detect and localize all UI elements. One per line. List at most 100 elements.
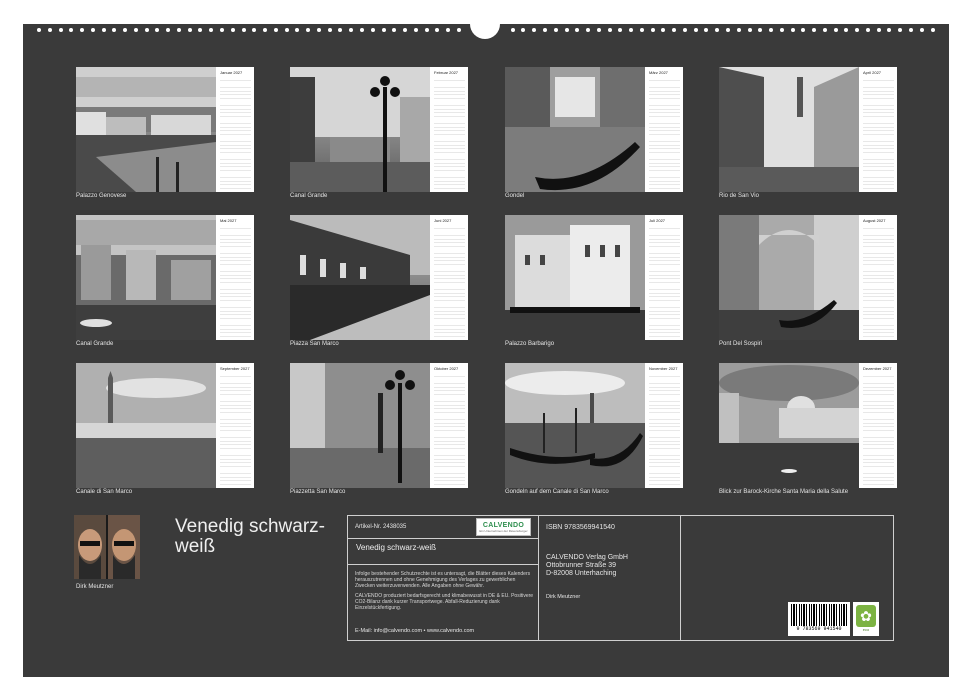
spiral-hole: [176, 28, 181, 32]
spiral-hole: [909, 28, 914, 32]
spiral-hole: [316, 28, 321, 32]
month-tile-april: April 2027: [719, 67, 897, 193]
spiral-hole: [790, 28, 795, 32]
eco-label: eco: [862, 627, 870, 632]
month-tile-january: Januar 2027: [76, 67, 254, 193]
spiral-hole: [812, 28, 817, 32]
month-label: November 2027: [649, 366, 678, 371]
info-panel: Artikel-Nr. 2438035 CALVENDO Ein Unterne…: [347, 515, 894, 641]
spiral-hole: [650, 28, 655, 32]
photo-caption: Blick zur Barock-Kirche Santa Maria dell…: [719, 489, 849, 495]
author-small: Dirk Meutzner: [546, 594, 581, 600]
month-tile-june: Juni 2027: [290, 215, 468, 341]
photo-piazza-san-marco: [290, 215, 430, 340]
spiral-hole: [607, 28, 612, 32]
month-tile-august: August 2027: [719, 215, 897, 341]
spiral-hole: [542, 28, 547, 32]
spiral-hole: [424, 28, 429, 32]
photo-caption: Canale di San Marco: [76, 489, 133, 495]
barcode: 9 783569 941540: [788, 602, 850, 636]
spiral-hole: [187, 28, 192, 32]
photo-pont-del-sospiri: [719, 215, 859, 340]
photo-palazzo-barbarigo: [505, 215, 645, 340]
eco-badge: ✿ eco: [853, 602, 879, 636]
month-label: Februar 2027: [434, 70, 459, 75]
legal-paragraph: Infolge bestehender Schutzrechte ist es …: [355, 571, 531, 590]
month-tile-july: Juli 2027: [505, 215, 683, 341]
author-portrait: [74, 515, 140, 579]
spiral-hole: [919, 28, 924, 32]
month-label: März 2027: [649, 70, 668, 75]
isbn: ISBN 9783569941540: [546, 524, 615, 531]
spiral-hole: [241, 28, 246, 32]
calendar-title: Venedig schwarz-weiß: [175, 516, 325, 557]
photo-rio-de-san-vio: [719, 67, 859, 192]
spiral-hole: [403, 28, 408, 32]
spiral-hole: [123, 28, 128, 32]
spiral-hole: [564, 28, 569, 32]
spiral-hole: [661, 28, 666, 32]
spiral-hole: [575, 28, 580, 32]
product-title: Venedig schwarz-weiß: [356, 543, 437, 552]
spiral-hole: [392, 28, 397, 32]
photo-canale-di-san-marco: [76, 363, 216, 488]
month-label: April 2027: [863, 70, 882, 75]
legal-paragraph: CALVENDO produziert bedarfsgerecht und k…: [355, 592, 534, 612]
month-label: September 2027: [220, 366, 250, 371]
month-tile-september: September 2027: [76, 363, 254, 489]
month-label: Januar 2027: [220, 70, 243, 75]
photo-caption: Pont Del Sospiri: [719, 341, 763, 347]
spiral-hole: [90, 28, 95, 32]
spiral-hole: [80, 28, 85, 32]
photo-santa-maria-della-salute: [719, 363, 859, 488]
spiral-hole: [295, 28, 300, 32]
photo-gondel: [505, 67, 645, 192]
barcode-number: 9 783569 941540: [796, 626, 842, 632]
logo-text: CALVENDO: [482, 521, 525, 529]
spiral-hole: [629, 28, 634, 32]
spiral-hole: [876, 28, 881, 32]
spiral-hole: [198, 28, 203, 32]
spiral-hole: [704, 28, 709, 32]
spiral-hole: [726, 28, 730, 32]
spiral-hole: [273, 28, 278, 32]
spiral-hole: [769, 28, 774, 32]
spiral-hole: [381, 28, 386, 32]
logo-subtext: Ein Unternehmen der Ravensburger: [479, 528, 528, 533]
month-label: Juni 2027: [434, 218, 452, 223]
publisher-address: CALVENDO Verlag GmbH Ottobrunner Straße …: [546, 554, 628, 578]
legal-text: Infolge bestehender Schutzrechte ist es …: [355, 571, 535, 614]
month-label: Dezember 2027: [863, 366, 892, 371]
spiral-hole: [166, 28, 171, 32]
spiral-hole: [510, 28, 515, 32]
spiral-hole: [446, 28, 451, 32]
spiral-hole: [596, 28, 601, 32]
photo-canal-grande: [290, 67, 430, 192]
month-tile-may: Mai 2027: [76, 215, 254, 341]
spiral-hole: [586, 28, 591, 32]
spiral-hole: [435, 28, 440, 32]
calvendo-logo: CALVENDO Ein Unternehmen der Ravensburge…: [476, 518, 531, 536]
photo-caption: Rio de San Vio: [719, 193, 759, 199]
spiral-hole: [855, 28, 860, 32]
spiral-hole: [58, 28, 63, 32]
spiral-hole: [155, 28, 160, 32]
spiral-hole: [306, 28, 311, 32]
photo-piazzetta-san-marco: [290, 363, 430, 488]
spiral-hole: [349, 28, 354, 32]
publisher-line: D-82008 Unterhaching: [546, 570, 617, 577]
spiral-hole: [112, 28, 117, 32]
spiral-hole: [521, 28, 526, 32]
spiral-hole: [618, 28, 623, 32]
photo-caption: Piazzetta San Marco: [290, 489, 346, 495]
spiral-hole: [553, 28, 558, 32]
month-label: August 2027: [863, 218, 886, 223]
spiral-hole: [930, 28, 935, 32]
spiral-hole: [693, 28, 698, 32]
photo-caption: Piazza San Marco: [290, 341, 339, 347]
publisher-line: CALVENDO Verlag GmbH: [546, 554, 628, 561]
photo-gondeln: [505, 363, 645, 488]
publisher-line: Ottobrunner Straße 39: [546, 562, 617, 569]
spiral-hole: [144, 28, 149, 32]
spiral-hole: [898, 28, 903, 32]
